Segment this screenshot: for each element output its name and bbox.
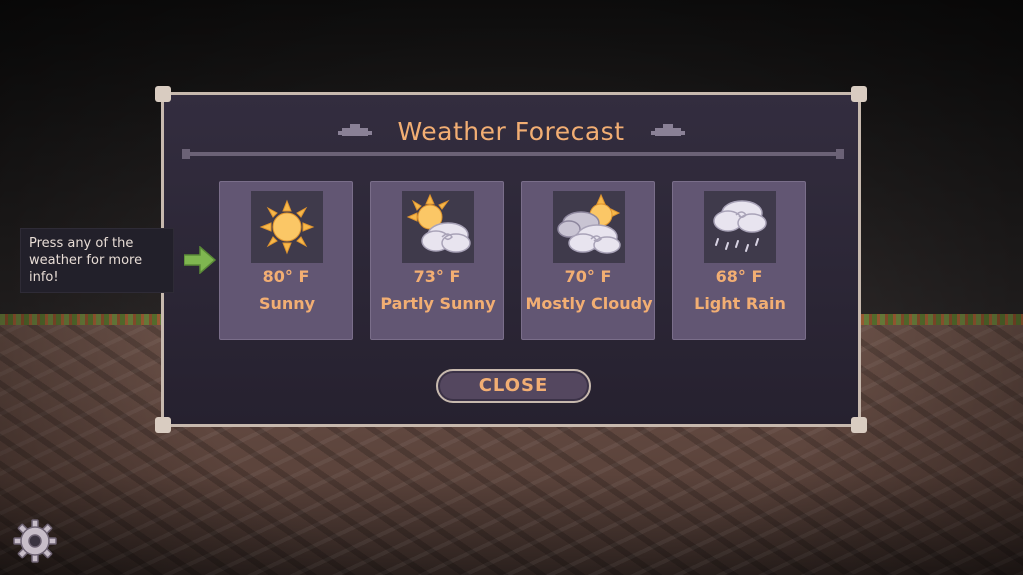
weather-forecast-dialog: Weather Forecast 80° F Sunny 73° F Partl…	[155, 86, 867, 433]
close-button[interactable]: CLOSE	[436, 369, 591, 403]
frame-corner	[851, 417, 867, 433]
dialog-title: Weather Forecast	[397, 116, 625, 146]
weather-icon-frame	[251, 191, 323, 263]
weather-icon-frame	[704, 191, 776, 263]
forecast-temp: 80° F	[262, 267, 310, 286]
forecast-list: 80° F Sunny 73° F Partly Sunny 70° F Mos…	[219, 181, 806, 340]
gear-icon[interactable]	[13, 519, 57, 563]
dialog-header: Weather Forecast	[164, 113, 858, 149]
forecast-temp: 68° F	[715, 267, 763, 286]
frame-corner	[155, 417, 171, 433]
frame-corner	[155, 86, 171, 102]
partly-sunny-icon	[406, 193, 471, 253]
forecast-card-sunny[interactable]: 80° F Sunny	[219, 181, 353, 340]
forecast-condition: Light Rain	[694, 294, 786, 313]
forecast-card-partly-sunny[interactable]: 73° F Partly Sunny	[370, 181, 504, 340]
forecast-condition: Mostly Cloudy	[525, 294, 653, 313]
forecast-card-light-rain[interactable]: 68° F Light Rain	[672, 181, 806, 340]
frame-corner	[851, 86, 867, 102]
header-divider	[182, 149, 844, 159]
forecast-temp: 73° F	[413, 267, 461, 286]
forecast-condition: Sunny	[258, 294, 316, 313]
forecast-temp: 70° F	[564, 267, 612, 286]
forecast-condition: Partly Sunny	[380, 294, 496, 313]
cloud-ornament-icon	[337, 124, 372, 136]
sun-icon	[259, 199, 315, 255]
weather-icon-frame	[553, 191, 625, 263]
mostly-cloudy-icon	[557, 193, 621, 254]
hint-tooltip: Press any of the weather for more info!	[20, 228, 174, 293]
forecast-card-mostly-cloudy[interactable]: 70° F Mostly Cloudy	[521, 181, 655, 340]
arrow-right-icon	[184, 246, 216, 274]
weather-icon-frame	[402, 191, 474, 263]
light-rain-icon	[713, 200, 767, 252]
cloud-ornament-icon	[650, 124, 685, 136]
